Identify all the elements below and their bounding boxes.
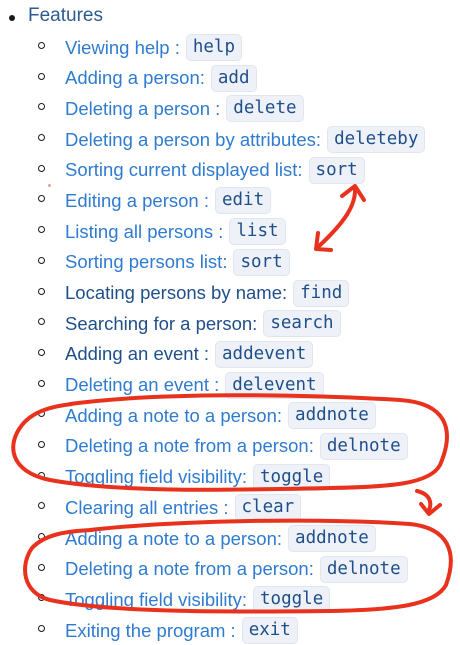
bullet-circle xyxy=(38,195,45,203)
bullet-circle xyxy=(38,134,45,142)
bullet-circle xyxy=(38,72,45,80)
feature-link[interactable]: Listing all persons : xyxy=(65,221,223,243)
command-code: delevent xyxy=(225,371,324,399)
list-item: Viewing help : help xyxy=(0,31,460,62)
feature-link[interactable]: Viewing help : xyxy=(65,37,180,59)
command-code: search xyxy=(263,310,341,338)
list-item: Sorting persons list: sort xyxy=(0,246,460,277)
command-code: toggle xyxy=(253,586,331,614)
feature-link[interactable]: Sorting persons list: xyxy=(65,251,227,273)
command-code: toggle xyxy=(253,463,331,491)
list-item: Deleting a person by attributes: deleteby xyxy=(0,123,460,154)
bullet-circle xyxy=(38,563,45,571)
list-item: Editing a person : edit xyxy=(0,184,460,215)
list-item: Sorting current displayed list: sort xyxy=(0,154,460,185)
list-item: Toggling field visibility: toggle xyxy=(0,583,460,614)
command-code: addnote xyxy=(288,525,376,552)
feature-link[interactable]: Adding an event : xyxy=(65,343,209,365)
command-code: add xyxy=(210,64,257,92)
feature-link[interactable]: Adding a person: xyxy=(65,67,205,89)
command-code: edit xyxy=(214,187,272,215)
bullet-circle xyxy=(38,287,45,295)
list-item: Adding a note to a person: addnote xyxy=(0,522,460,553)
command-code: clear xyxy=(234,494,302,522)
bullet-disc xyxy=(9,15,15,21)
feature-link[interactable]: Deleting an event : xyxy=(65,374,219,396)
bullet-circle xyxy=(38,379,45,387)
list-item: Deleting a note from a person: delnote xyxy=(0,553,460,584)
list-item: Listing all persons : list xyxy=(0,215,460,246)
list-item: Toggling field visibility: toggle xyxy=(0,461,460,492)
command-code: sort xyxy=(308,156,365,184)
bullet-circle xyxy=(38,471,45,479)
bullet-circle xyxy=(38,256,45,264)
feature-link[interactable]: Toggling field visibility: xyxy=(65,589,247,611)
feature-link[interactable]: Exiting the program : xyxy=(65,620,236,642)
bullet-circle xyxy=(38,318,45,326)
features-link[interactable]: Features xyxy=(28,5,103,27)
feature-link[interactable]: Searching for a person: xyxy=(65,313,257,335)
feature-link[interactable]: Adding a note to a person: xyxy=(65,405,282,427)
feature-link[interactable]: Toggling field visibility: xyxy=(65,466,247,488)
list-item: Deleting a note from a person: delnote xyxy=(0,430,460,461)
list-item: Adding a person: add xyxy=(0,62,460,93)
bullet-circle xyxy=(38,348,45,356)
list-item: Adding an event : addevent xyxy=(0,338,460,369)
list-item: Searching for a person: search xyxy=(0,307,460,338)
feature-link[interactable]: Deleting a person by attributes: xyxy=(65,129,321,151)
command-code: exit xyxy=(241,617,298,645)
list-item: Clearing all entries : clear xyxy=(0,491,460,522)
feature-link[interactable]: Locating persons by name: xyxy=(65,282,287,304)
bullet-circle xyxy=(38,594,45,602)
list-item: Locating persons by name: find xyxy=(0,277,460,308)
feature-link[interactable]: Deleting a note from a person: xyxy=(65,558,314,580)
feature-link[interactable]: Deleting a person : xyxy=(65,98,220,120)
list-item: Deleting an event : delevent xyxy=(0,369,460,400)
command-code: delnote xyxy=(319,432,408,460)
command-code: addnote xyxy=(288,402,376,430)
command-code: deleteby xyxy=(327,126,426,154)
stray-dot xyxy=(48,184,51,187)
list-item: Adding a note to a person: addnote xyxy=(0,399,460,430)
features-sublist: Viewing help : help Adding a person: add D… xyxy=(0,31,460,645)
bullet-circle xyxy=(38,42,45,49)
command-code: find xyxy=(293,279,350,307)
bullet-circle xyxy=(38,226,45,234)
feature-link[interactable]: Sorting current displayed list: xyxy=(65,159,303,181)
bullet-circle xyxy=(38,533,45,540)
feature-link[interactable]: Editing a person : xyxy=(65,190,209,212)
list-item: Deleting a person : delete xyxy=(0,92,460,123)
feature-link[interactable]: Adding a note to a person: xyxy=(65,528,282,550)
command-code: delnote xyxy=(319,555,408,583)
command-code: help xyxy=(185,34,243,61)
command-code: delete xyxy=(226,95,304,123)
bullet-circle xyxy=(38,164,45,172)
feature-link[interactable]: Clearing all entries : xyxy=(65,497,229,519)
list-item: Exiting the program : exit xyxy=(0,614,460,645)
bullet-circle xyxy=(38,440,45,448)
bullet-circle xyxy=(38,625,45,633)
bullet-circle xyxy=(38,410,45,418)
bullet-circle xyxy=(38,103,45,111)
command-code: sort xyxy=(233,248,290,276)
bullet-circle xyxy=(38,502,45,510)
feature-link[interactable]: Deleting a note from a person: xyxy=(65,435,314,457)
command-code: list xyxy=(229,218,286,246)
command-code: addevent xyxy=(215,340,314,368)
